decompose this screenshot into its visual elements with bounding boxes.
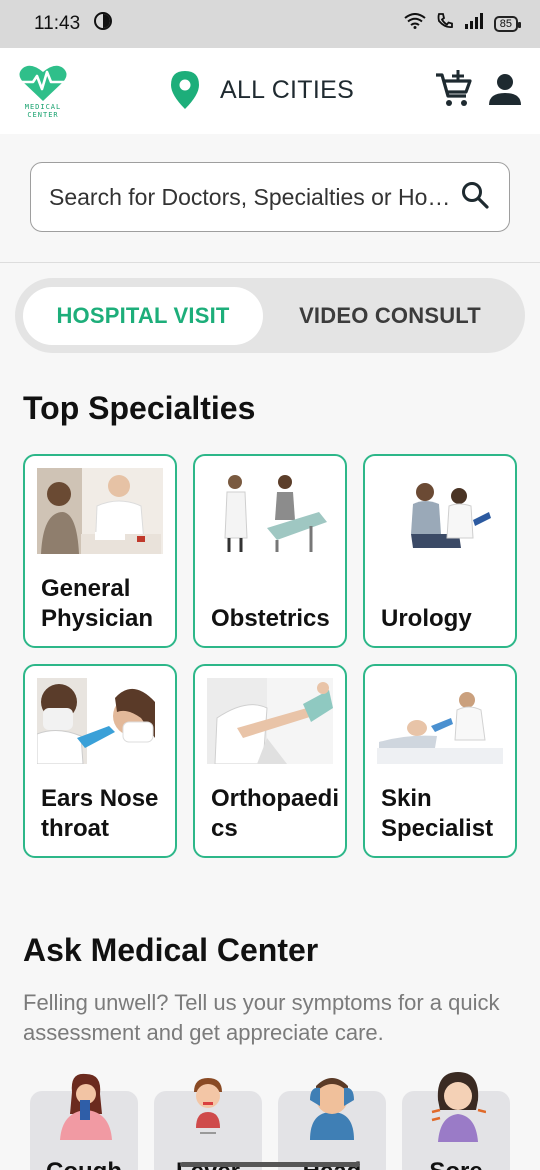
specialty-card-urology[interactable]: Urology bbox=[363, 454, 517, 648]
skin-specialist-image bbox=[377, 678, 503, 764]
status-time: 11:43 bbox=[34, 13, 81, 34]
ask-subtitle: Felling unwell? Tell us your symptoms fo… bbox=[23, 990, 500, 1045]
specialty-card-skin-specialist[interactable]: Skin Specialist bbox=[363, 664, 517, 858]
heart-pulse-icon bbox=[19, 65, 67, 101]
headache-illustration bbox=[310, 1078, 354, 1140]
symptom-row: Cough Fever Head Sore bbox=[30, 1070, 520, 1170]
wifi-icon bbox=[404, 13, 426, 35]
logo-text-line2: CENTER bbox=[27, 111, 59, 119]
specialty-label: General Physician bbox=[41, 575, 154, 632]
specialty-card-obstetrics[interactable]: Obstetrics bbox=[193, 454, 347, 648]
obstetrics-image bbox=[207, 468, 333, 554]
specialty-label: Skin Specialist bbox=[381, 785, 494, 842]
sync-icon bbox=[94, 12, 113, 36]
cough-illustration bbox=[60, 1073, 112, 1140]
top-specialties-title: Top Specialties bbox=[23, 390, 256, 426]
orthopaedics-image bbox=[207, 678, 333, 764]
specialties-grid: General Physician Obstetrics Urology Ear… bbox=[23, 454, 517, 858]
logo-text-line1: MEDICAL bbox=[24, 103, 62, 111]
video-consult-tab[interactable]: VIDEO CONSULT bbox=[263, 287, 517, 345]
user-icon[interactable] bbox=[488, 72, 522, 111]
visit-type-toggle: HOSPITAL VISIT VIDEO CONSULT bbox=[15, 278, 525, 353]
ask-medical-center-title: Ask Medical Center bbox=[23, 932, 319, 968]
city-selector[interactable]: ALL CITIES bbox=[170, 70, 354, 110]
specialty-card-orthopaedics[interactable]: Orthopaedics bbox=[193, 664, 347, 858]
search-box[interactable] bbox=[30, 162, 510, 232]
call-icon bbox=[436, 12, 454, 36]
add-to-cart-icon[interactable] bbox=[434, 69, 474, 114]
battery-icon: 85 bbox=[493, 16, 522, 32]
specialty-card-ears-nose-throat[interactable]: Ears Nose throat bbox=[23, 664, 177, 858]
general-physician-image bbox=[37, 468, 163, 554]
specialty-label: Urology bbox=[381, 605, 472, 632]
search-section bbox=[0, 134, 540, 263]
specialty-label: Ears Nose throat bbox=[41, 785, 159, 842]
location-pin-icon bbox=[171, 71, 199, 109]
symptom-label: Sore bbox=[402, 1158, 510, 1170]
search-icon[interactable] bbox=[461, 181, 489, 214]
ears-nose-throat-image bbox=[37, 678, 163, 764]
fever-illustration bbox=[194, 1078, 222, 1134]
city-label: ALL CITIES bbox=[220, 75, 355, 104]
app-header: MEDICAL CENTER ALL CITIES bbox=[0, 48, 540, 134]
urology-image bbox=[377, 468, 503, 554]
hospital-visit-tab[interactable]: HOSPITAL VISIT bbox=[23, 286, 263, 345]
symptom-label: Cough bbox=[30, 1158, 138, 1170]
specialty-label: Obstetrics bbox=[211, 605, 330, 632]
home-indicator[interactable] bbox=[180, 1162, 360, 1167]
sore-throat-illustration bbox=[431, 1072, 486, 1142]
signal-icon bbox=[464, 13, 484, 35]
specialty-card-general-physician[interactable]: General Physician bbox=[23, 454, 177, 648]
search-input[interactable] bbox=[49, 183, 461, 211]
status-bar: 11:43 85 bbox=[0, 0, 540, 48]
specialty-label: Orthopaedics bbox=[211, 785, 340, 842]
medical-center-logo[interactable]: MEDICAL CENTER bbox=[16, 63, 70, 119]
